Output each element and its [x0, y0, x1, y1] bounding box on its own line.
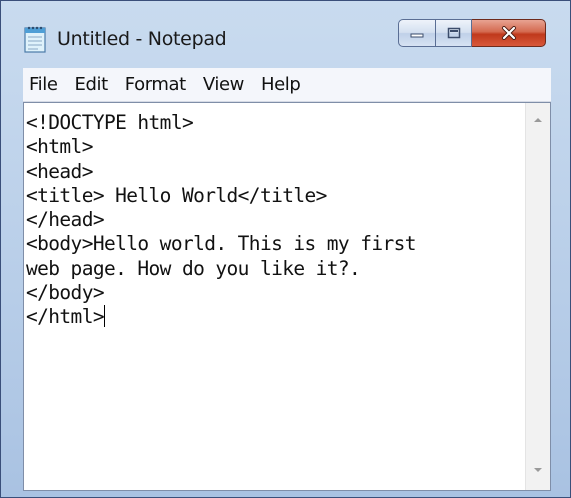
window-title: Untitled - Notepad	[57, 28, 227, 50]
editor-line: </html>	[26, 305, 105, 329]
editor-line: <!DOCTYPE html>	[26, 111, 194, 134]
text-cursor	[103, 305, 105, 328]
editor-line: </head>	[26, 208, 105, 232]
notepad-window: Untitled - Notepad File Edit Format View…	[0, 0, 571, 498]
title-bar[interactable]: Untitled - Notepad	[1, 1, 570, 69]
vertical-scrollbar[interactable]	[525, 103, 550, 490]
maximize-button[interactable]	[436, 19, 472, 47]
editor-line: <head>	[26, 159, 93, 183]
editor-line: <body>Hello world. This is my first	[26, 232, 417, 256]
menu-view[interactable]: View	[203, 74, 245, 95]
menu-format[interactable]: Format	[125, 74, 186, 95]
editor-content[interactable]: <!DOCTYPE html> <html> <head> <title> Hello…	[26, 111, 526, 330]
menu-edit[interactable]: Edit	[75, 74, 109, 95]
close-icon	[501, 26, 516, 40]
close-button[interactable]	[472, 19, 546, 47]
editor-line: </body>	[26, 281, 105, 305]
minimize-button[interactable]	[398, 19, 436, 47]
notepad-icon	[24, 26, 46, 53]
maximize-icon	[447, 27, 460, 39]
menu-bar: File Edit Format View Help	[23, 68, 551, 102]
editor-line: web page. How do you like it?.	[26, 256, 361, 280]
minimize-icon	[410, 33, 424, 38]
scroll-up-arrow-icon[interactable]	[532, 115, 544, 125]
scroll-down-arrow-icon[interactable]	[532, 465, 544, 475]
editor-line: <title> Hello World</title>	[26, 183, 327, 207]
window-controls	[398, 19, 562, 49]
text-editor[interactable]: <!DOCTYPE html> <html> <head> <title> Hello…	[23, 102, 551, 491]
menu-file[interactable]: File	[29, 74, 58, 95]
editor-line: <html>	[26, 135, 93, 159]
menu-help[interactable]: Help	[261, 74, 301, 95]
